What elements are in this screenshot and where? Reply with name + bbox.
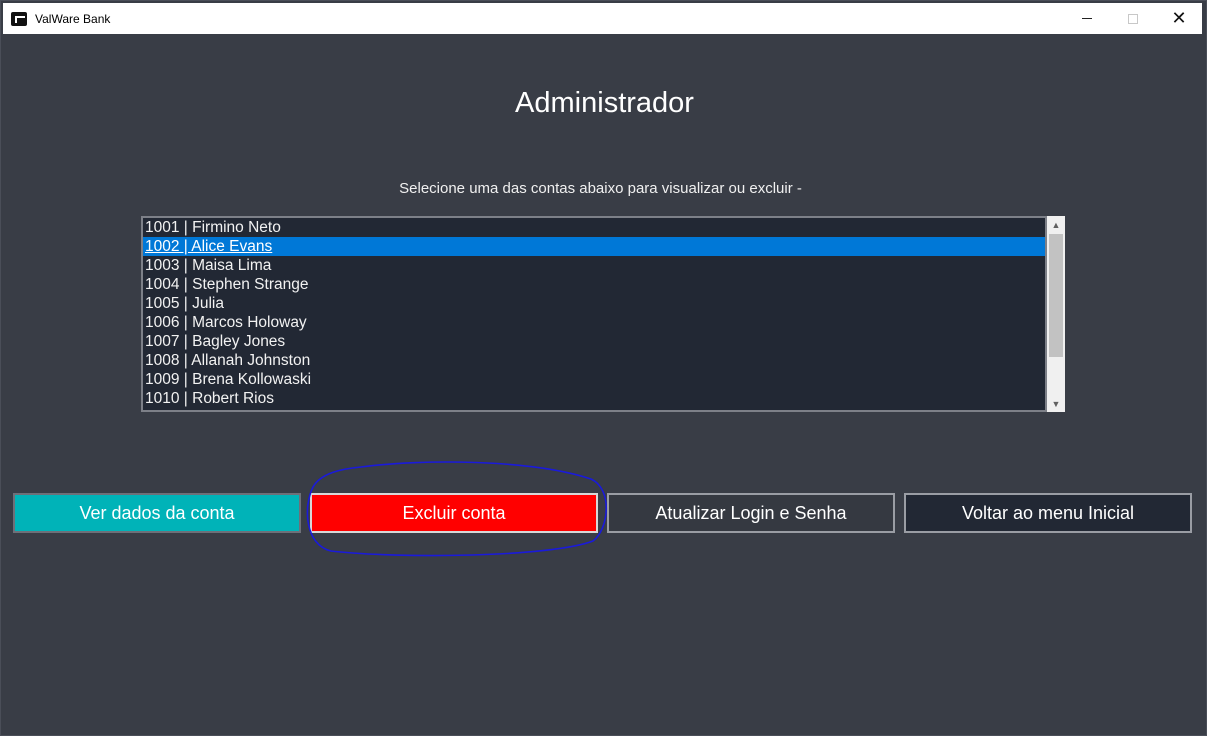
back-to-menu-button[interactable]: Voltar ao menu Inicial (904, 493, 1192, 533)
list-item[interactable]: 1006 | Marcos Holoway (143, 313, 1045, 332)
minimize-icon[interactable] (1064, 3, 1110, 34)
page-subtitle: Selecione uma das contas abaixo para vis… (399, 180, 802, 197)
listbox-scrollbar[interactable]: ▲ ▼ (1047, 216, 1065, 412)
update-login-button[interactable]: Atualizar Login e Senha (607, 493, 895, 533)
delete-account-button[interactable]: Excluir conta (310, 493, 598, 533)
list-item[interactable]: 1010 | Robert Rios (143, 389, 1045, 408)
list-item[interactable]: 1003 | Maisa Lima (143, 256, 1045, 275)
list-item[interactable]: 1007 | Bagley Jones (143, 332, 1045, 351)
chevron-down-icon[interactable]: ▼ (1047, 395, 1065, 412)
view-account-button[interactable]: Ver dados da conta (13, 493, 301, 533)
list-item[interactable]: 1001 | Firmino Neto (143, 218, 1045, 237)
list-item[interactable]: 1008 | Allanah Johnston (143, 351, 1045, 370)
list-item-selected[interactable]: 1002 | Alice Evans (143, 237, 1045, 256)
list-item[interactable]: 1005 | Julia (143, 294, 1045, 313)
app-icon (11, 11, 27, 26)
title-bar[interactable]: ValWare Bank ✕ (3, 3, 1202, 34)
page-title: Administrador (515, 87, 694, 119)
list-item[interactable]: 1004 | Stephen Strange (143, 275, 1045, 294)
close-icon[interactable]: ✕ (1156, 3, 1202, 34)
maximize-icon[interactable] (1110, 3, 1156, 34)
window-title: ValWare Bank (35, 11, 111, 26)
app-window: ValWare Bank ✕ Administrador Selecione u… (0, 0, 1207, 736)
scrollbar-thumb[interactable] (1049, 234, 1063, 357)
chevron-up-icon[interactable]: ▲ (1047, 216, 1065, 233)
window-controls: ✕ (1064, 3, 1202, 34)
accounts-listbox[interactable]: 1001 | Firmino Neto 1002 | Alice Evans 100… (141, 216, 1047, 412)
list-item[interactable]: 1009 | Brena Kollowaski (143, 370, 1045, 389)
